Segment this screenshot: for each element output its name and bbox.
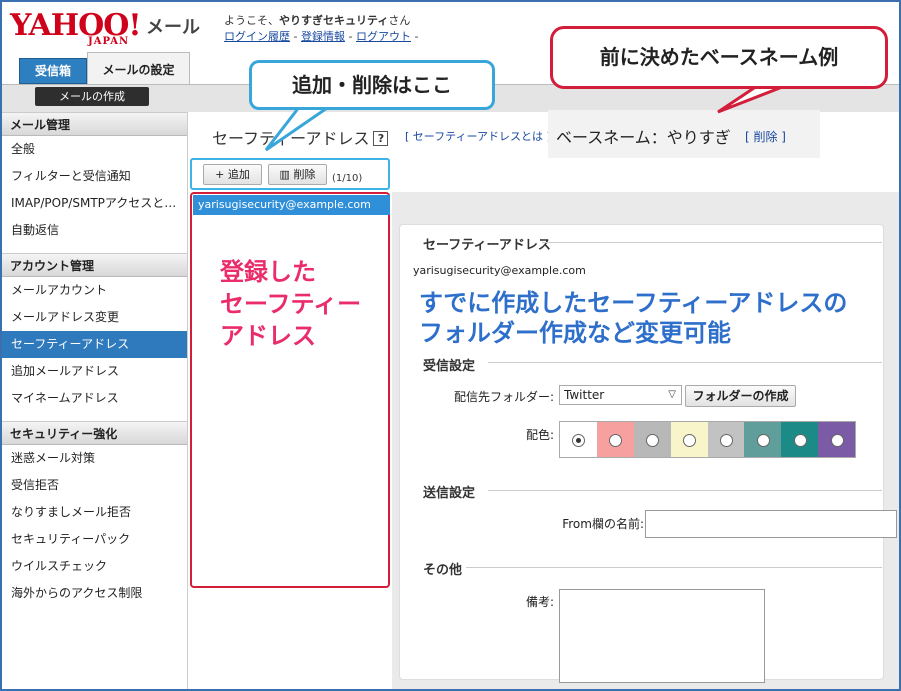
folder-label: 配信先フォルダー:: [453, 390, 554, 404]
sidebar-item-security-pack[interactable]: セキュリティーパック: [2, 526, 187, 553]
sidebar-item-overseas-access[interactable]: 海外からのアクセス制限: [2, 580, 187, 607]
sidebar-item-imap-pop-smtp[interactable]: IMAP/POP/SMTPアクセスと…: [2, 190, 187, 217]
link-separator: -: [414, 30, 419, 43]
radio-icon[interactable]: [793, 433, 807, 447]
section-receive-settings: 受信設定: [423, 359, 476, 374]
section-safety-address: セーフティーアドレス: [423, 238, 551, 253]
sidebar-section-account-management: アカウント管理: [2, 253, 187, 277]
sidebar-item-address-change[interactable]: メールアドレス変更: [2, 304, 187, 331]
base-name-label: ベースネーム：やりすぎ: [556, 128, 731, 147]
sidebar-section-security: セキュリティー強化: [2, 421, 187, 445]
tab-mail-settings[interactable]: メールの設定: [87, 52, 190, 84]
registration-info-link[interactable]: 登録情報: [301, 30, 345, 43]
from-name-input[interactable]: [645, 510, 897, 538]
page-title: セーフティーアドレス?: [212, 125, 389, 149]
add-button[interactable]: + 追加: [203, 164, 262, 185]
sidebar-item-mail-account[interactable]: メールアカウント: [2, 277, 187, 304]
sidebar-item-filters[interactable]: フィルターと受信通知: [2, 163, 187, 190]
radio-selected-icon[interactable]: [572, 433, 586, 447]
compose-button[interactable]: メールの作成: [35, 87, 149, 106]
radio-icon[interactable]: [609, 433, 623, 447]
welcome-prefix: ようこそ、: [224, 14, 279, 27]
yahoo-logo-japan: JAPAN: [88, 36, 130, 47]
link-separator: -: [348, 30, 353, 43]
callout-add-delete: 追加・削除はここ: [249, 60, 495, 110]
color-swatch[interactable]: [670, 422, 708, 457]
sidebar-item-general[interactable]: 全般: [2, 136, 187, 163]
trash-icon: ▥: [279, 168, 290, 181]
annotation-line: すでに作成したセーフティーアドレスの: [419, 289, 848, 317]
radio-icon[interactable]: [830, 433, 844, 447]
app-name: メール: [146, 17, 200, 38]
callout-base-name: 前に決めたベースネーム例: [550, 26, 888, 89]
sidebar-item-auto-reply[interactable]: 自動返信: [2, 217, 187, 244]
from-name-label: From欄の名前:: [562, 517, 644, 531]
changeable-annotation: すでに作成したセーフティーアドレスの フォルダー作成など変更可能: [419, 288, 847, 348]
section-divider: [466, 567, 882, 568]
safety-address-value: yarisugisecurity@example.com: [413, 264, 586, 277]
page-title-text: セーフティーアドレス: [212, 129, 370, 148]
notes-textarea[interactable]: [559, 589, 765, 683]
sidebar-item-spam[interactable]: 迷惑メール対策: [2, 445, 187, 472]
section-other: その他: [423, 563, 463, 578]
color-swatches: [559, 421, 856, 458]
radio-icon[interactable]: [683, 433, 697, 447]
sidebar-item-spoofing[interactable]: なりすましメール拒否: [2, 499, 187, 526]
list-item[interactable]: yarisugisecurity@example.com: [193, 195, 390, 215]
login-history-link[interactable]: ログイン履歴: [224, 30, 290, 43]
about-safety-address-link[interactable]: [ セーフティーアドレスとは ]: [405, 128, 551, 144]
tab-inbox[interactable]: 受信箱: [19, 58, 87, 84]
folder-select-value: Twitter: [564, 388, 605, 402]
section-divider: [488, 490, 882, 491]
sidebar-item-block-senders[interactable]: 受信拒否: [2, 472, 187, 499]
user-name: やりすぎセキュリティ: [279, 14, 389, 27]
account-links: ログイン履歴 - 登録情報 - ログアウト -: [224, 28, 418, 44]
address-list: [190, 192, 390, 588]
notes-label: 備考:: [525, 595, 554, 609]
registered-address-annotation: 登録した セーフティー アドレス: [220, 256, 361, 352]
color-swatch[interactable]: [744, 422, 782, 457]
radio-icon[interactable]: [646, 433, 660, 447]
color-label: 配色:: [525, 428, 554, 442]
color-swatch[interactable]: [560, 422, 597, 457]
address-count: (1/10): [332, 173, 363, 184]
delete-button[interactable]: ▥ 削除: [268, 164, 327, 185]
section-divider: [542, 242, 882, 243]
folder-select[interactable]: Twitter ▽: [559, 385, 682, 405]
sidebar-item-myname-address[interactable]: マイネームアドレス: [2, 385, 187, 412]
welcome-suffix: さん: [388, 14, 411, 27]
delete-button-label: 削除: [293, 168, 316, 181]
color-swatch[interactable]: [633, 422, 671, 457]
sidebar-item-virus-check[interactable]: ウイルスチェック: [2, 553, 187, 580]
chevron-down-icon: ▽: [668, 389, 676, 400]
base-name-delete-link[interactable]: [ 削除 ]: [745, 128, 786, 145]
logout-link[interactable]: ログアウト: [356, 30, 411, 43]
radio-icon[interactable]: [756, 433, 770, 447]
color-swatch[interactable]: [596, 422, 634, 457]
annotation-line: フォルダー作成など変更可能: [419, 319, 731, 347]
color-swatch[interactable]: [818, 422, 855, 457]
sidebar-item-additional-address[interactable]: 追加メールアドレス: [2, 358, 187, 385]
section-divider: [488, 362, 882, 363]
annotation-line: アドレス: [220, 322, 316, 350]
annotation-line: 登録した: [220, 258, 316, 286]
sidebar-item-safety-address[interactable]: セーフティーアドレス: [2, 331, 187, 358]
help-icon[interactable]: ?: [373, 131, 389, 146]
sidebar: メール管理 全般 フィルターと受信通知 IMAP/POP/SMTPアクセスと… …: [2, 112, 188, 689]
create-folder-button[interactable]: フォルダーの作成: [685, 385, 796, 407]
welcome-text: ようこそ、やりすぎセキュリティさん: [224, 12, 410, 28]
color-swatch[interactable]: [781, 422, 819, 457]
link-separator: -: [293, 30, 298, 43]
sidebar-section-mail-management: メール管理: [2, 112, 187, 136]
annotation-line: セーフティー: [220, 290, 362, 318]
color-swatch[interactable]: [707, 422, 745, 457]
radio-icon[interactable]: [719, 433, 733, 447]
section-send-settings: 送信設定: [423, 486, 476, 501]
